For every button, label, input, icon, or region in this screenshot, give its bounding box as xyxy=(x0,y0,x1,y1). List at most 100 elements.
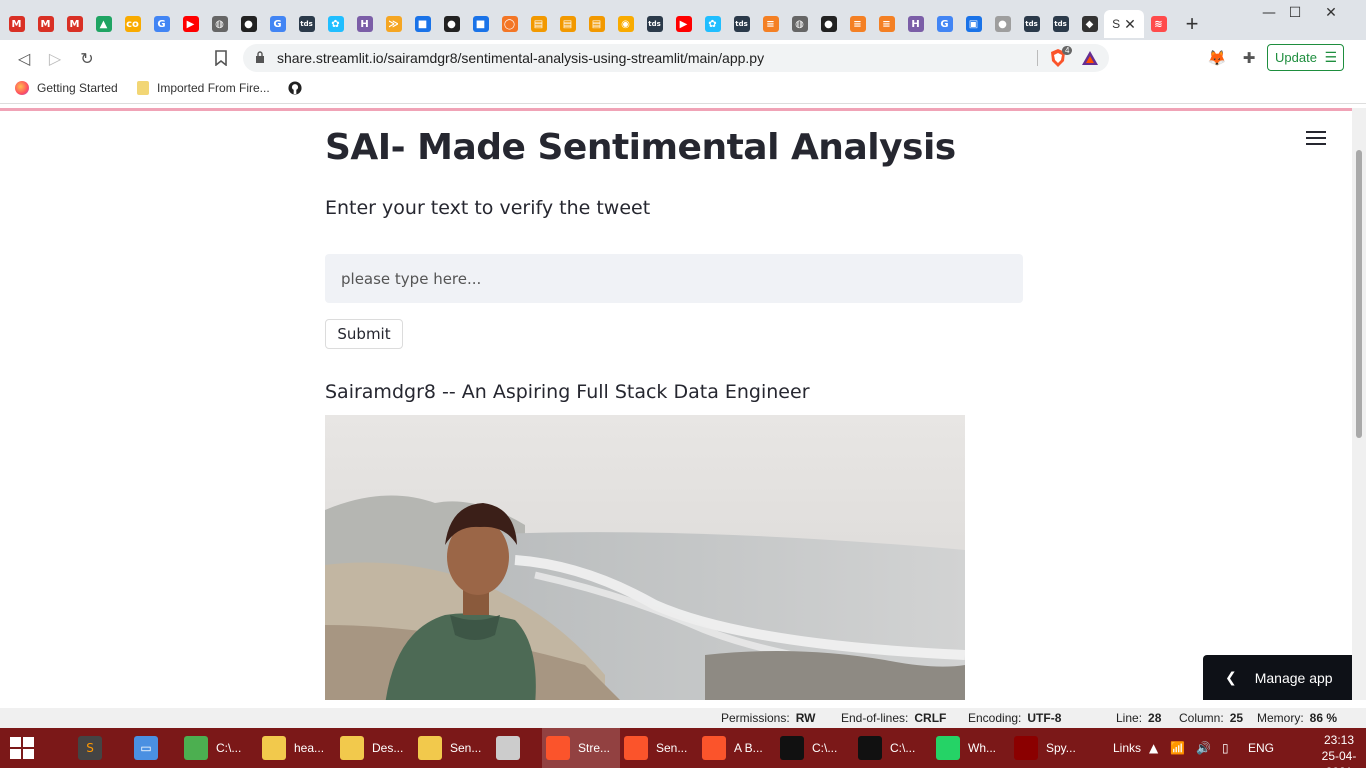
gmail-icon: M xyxy=(8,16,25,32)
browser-tab[interactable]: tds xyxy=(640,10,669,38)
taskbar-item-label: A B... xyxy=(734,741,763,755)
new-tab-button[interactable]: + xyxy=(1180,11,1204,36)
manage-app-button[interactable]: ❮ Manage app xyxy=(1203,655,1352,700)
browser-tab[interactable]: ● xyxy=(814,10,843,38)
close-window-icon[interactable]: ✕ xyxy=(1314,0,1348,26)
taskbar-item[interactable]: Sen... xyxy=(620,728,698,768)
app-icon: ◉ xyxy=(617,16,634,32)
github-icon xyxy=(288,81,302,95)
explorer-window-icon[interactable]: ▭ xyxy=(134,728,166,768)
extensions-icon[interactable]: ✚ xyxy=(1239,48,1259,68)
taskbar-item[interactable]: Sen... xyxy=(414,728,492,768)
bookmarks-bar: Getting Started Imported From Fire... xyxy=(0,76,1366,104)
taskbar-item[interactable]: Wh... xyxy=(932,728,1010,768)
kaggle-icon: ✿ xyxy=(704,16,721,32)
bookmark-github[interactable] xyxy=(288,81,310,95)
browser-tab[interactable]: G xyxy=(263,10,292,38)
browser-tab[interactable]: tds xyxy=(727,10,756,38)
tweet-text-input[interactable]: please type here... xyxy=(325,254,1023,303)
browser-tab[interactable]: H xyxy=(350,10,379,38)
tds-icon: tds xyxy=(646,16,663,32)
browser-tab[interactable]: ● xyxy=(234,10,263,38)
language-indicator[interactable]: ENG xyxy=(1248,728,1274,768)
active-browser-tab[interactable]: S ✕ xyxy=(1104,10,1144,38)
taskbar-item[interactable]: A B... xyxy=(698,728,776,768)
taskbar-item[interactable]: C:\... xyxy=(180,728,258,768)
browser-tab[interactable]: ◍ xyxy=(785,10,814,38)
network-icon[interactable]: 📶 xyxy=(1170,728,1185,768)
volume-icon[interactable]: 🔊 xyxy=(1196,728,1211,768)
browser-tab[interactable]: ◯ xyxy=(495,10,524,38)
close-tab-icon[interactable]: ✕ xyxy=(1124,16,1136,33)
back-icon[interactable]: ◁ xyxy=(12,46,36,70)
browser-tab[interactable]: ✿ xyxy=(321,10,350,38)
browser-tab[interactable]: M xyxy=(60,10,89,38)
browser-tab[interactable]: ■ xyxy=(466,10,495,38)
browser-tab[interactable]: M xyxy=(2,10,31,38)
browser-tab[interactable]: G xyxy=(147,10,176,38)
start-button[interactable] xyxy=(8,728,36,768)
browser-toolbar: ◁ ▷ ↻ share.streamlit.io/sairamdgr8/sent… xyxy=(0,40,1366,76)
browser-tab[interactable]: tds xyxy=(1017,10,1046,38)
line-status: Line: 28 xyxy=(1116,711,1162,725)
book-icon: ▤ xyxy=(530,16,547,32)
browser-tab[interactable]: ≫ xyxy=(379,10,408,38)
submit-button[interactable]: Submit xyxy=(325,319,403,349)
browser-tab[interactable]: G xyxy=(930,10,959,38)
metamask-icon[interactable]: 🦊 xyxy=(1207,48,1227,68)
address-bar[interactable]: share.streamlit.io/sairamdgr8/sentimenta… xyxy=(243,44,1109,72)
cmd-icon xyxy=(780,736,804,760)
folder-icon xyxy=(418,736,442,760)
browser-tab[interactable]: ▲ xyxy=(89,10,118,38)
scrollbar-thumb[interactable] xyxy=(1356,150,1362,438)
browser-tab[interactable]: tds xyxy=(292,10,321,38)
taskbar-item[interactable]: Stre... xyxy=(542,728,620,768)
bookmark-icon: ■ xyxy=(414,16,431,32)
browser-tab[interactable]: ● xyxy=(988,10,1017,38)
bookmark-getting-started[interactable]: Getting Started xyxy=(15,81,118,95)
browser-tab[interactable]: ▶ xyxy=(669,10,698,38)
browser-tab[interactable]: ◉ xyxy=(611,10,640,38)
browser-tab[interactable]: ◍ xyxy=(205,10,234,38)
bookmark-imported[interactable]: Imported From Fire... xyxy=(137,81,270,95)
reload-icon[interactable]: ↻ xyxy=(75,46,99,70)
browser-tab[interactable]: H xyxy=(901,10,930,38)
browser-tab[interactable]: ▣ xyxy=(959,10,988,38)
hamburger-menu-icon[interactable] xyxy=(1306,131,1326,147)
browser-tab[interactable]: ✿ xyxy=(698,10,727,38)
code-icon: ≫ xyxy=(385,16,402,32)
forward-icon[interactable]: ▷ xyxy=(43,46,67,70)
taskbar-item[interactable]: hea... xyxy=(258,728,336,768)
browser-tab[interactable]: ≡ xyxy=(872,10,901,38)
browser-tab[interactable]: ▤ xyxy=(524,10,553,38)
browser-tab[interactable]: ≋ xyxy=(1144,10,1173,38)
browser-tab[interactable]: ▤ xyxy=(582,10,611,38)
browser-tab[interactable]: ≡ xyxy=(756,10,785,38)
update-button[interactable]: Update ☰ xyxy=(1267,44,1344,71)
browser-tab[interactable]: ■ xyxy=(408,10,437,38)
browser-tab[interactable]: ● xyxy=(437,10,466,38)
taskbar-item[interactable]: Des... xyxy=(336,728,414,768)
clock[interactable]: 23:13 25-04-2021 xyxy=(1312,732,1366,768)
browser-tab[interactable]: co xyxy=(118,10,147,38)
maximize-icon[interactable]: ☐ xyxy=(1278,0,1312,26)
google-icon: G xyxy=(269,16,286,32)
browser-tab[interactable]: M xyxy=(31,10,60,38)
taskbar-item[interactable]: Spy... xyxy=(1010,728,1088,768)
bookmark-label: Getting Started xyxy=(37,81,118,95)
taskbar-item[interactable] xyxy=(492,728,542,768)
browser-tab[interactable]: ▶ xyxy=(176,10,205,38)
bat-rewards-icon[interactable] xyxy=(1081,49,1099,67)
browser-tab[interactable]: ▤ xyxy=(553,10,582,38)
battery-icon[interactable]: ▯ xyxy=(1222,728,1229,768)
bookmark-page-icon[interactable] xyxy=(209,46,233,70)
taskbar-item[interactable]: C:\... xyxy=(776,728,854,768)
browser-tab[interactable]: tds xyxy=(1046,10,1075,38)
taskbar-item[interactable]: C:\... xyxy=(854,728,932,768)
links-toolbar[interactable]: Links ▲ xyxy=(1113,728,1158,768)
browser-tab[interactable]: ≡ xyxy=(843,10,872,38)
page-scrollbar[interactable] xyxy=(1352,108,1366,700)
active-tab-label: S xyxy=(1112,17,1121,31)
sublime-text-icon[interactable]: S xyxy=(78,728,110,768)
browser-tab[interactable]: ◆ xyxy=(1075,10,1104,38)
